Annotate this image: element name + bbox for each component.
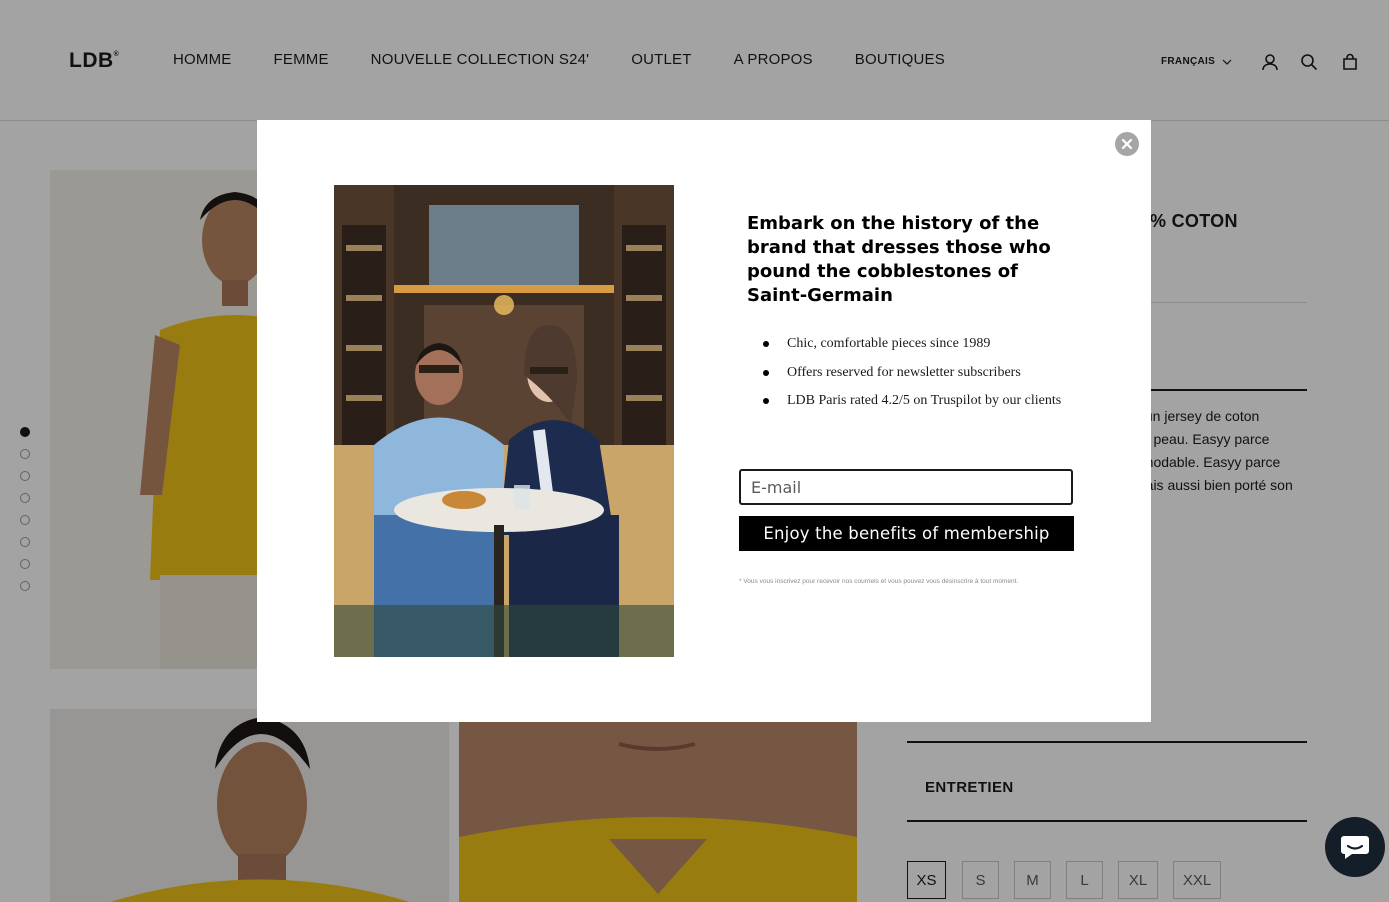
- popup-photo: [334, 185, 674, 657]
- list-item: Chic, comfortable pieces since 1989: [763, 334, 1061, 354]
- close-button[interactable]: [1115, 132, 1139, 156]
- subscribe-button[interactable]: Enjoy the benefits of membership: [739, 516, 1074, 551]
- legal-notice: * Vous vous inscrivez pour recevoir nos …: [739, 578, 1019, 585]
- chat-button[interactable]: [1325, 817, 1385, 877]
- popup-title: Embark on the history of the brand that …: [747, 213, 1051, 306]
- list-item: Offers reserved for newsletter subscribe…: [763, 363, 1061, 383]
- list-item: LDB Paris rated 4.2/5 on Truspilot by ou…: [763, 391, 1061, 411]
- email-field[interactable]: [739, 469, 1073, 505]
- close-icon: [1121, 138, 1133, 150]
- chat-icon: [1341, 836, 1369, 859]
- benefits-list: Chic, comfortable pieces since 1989 Offe…: [763, 334, 1061, 420]
- newsletter-popup: Embark on the history of the brand that …: [257, 120, 1151, 722]
